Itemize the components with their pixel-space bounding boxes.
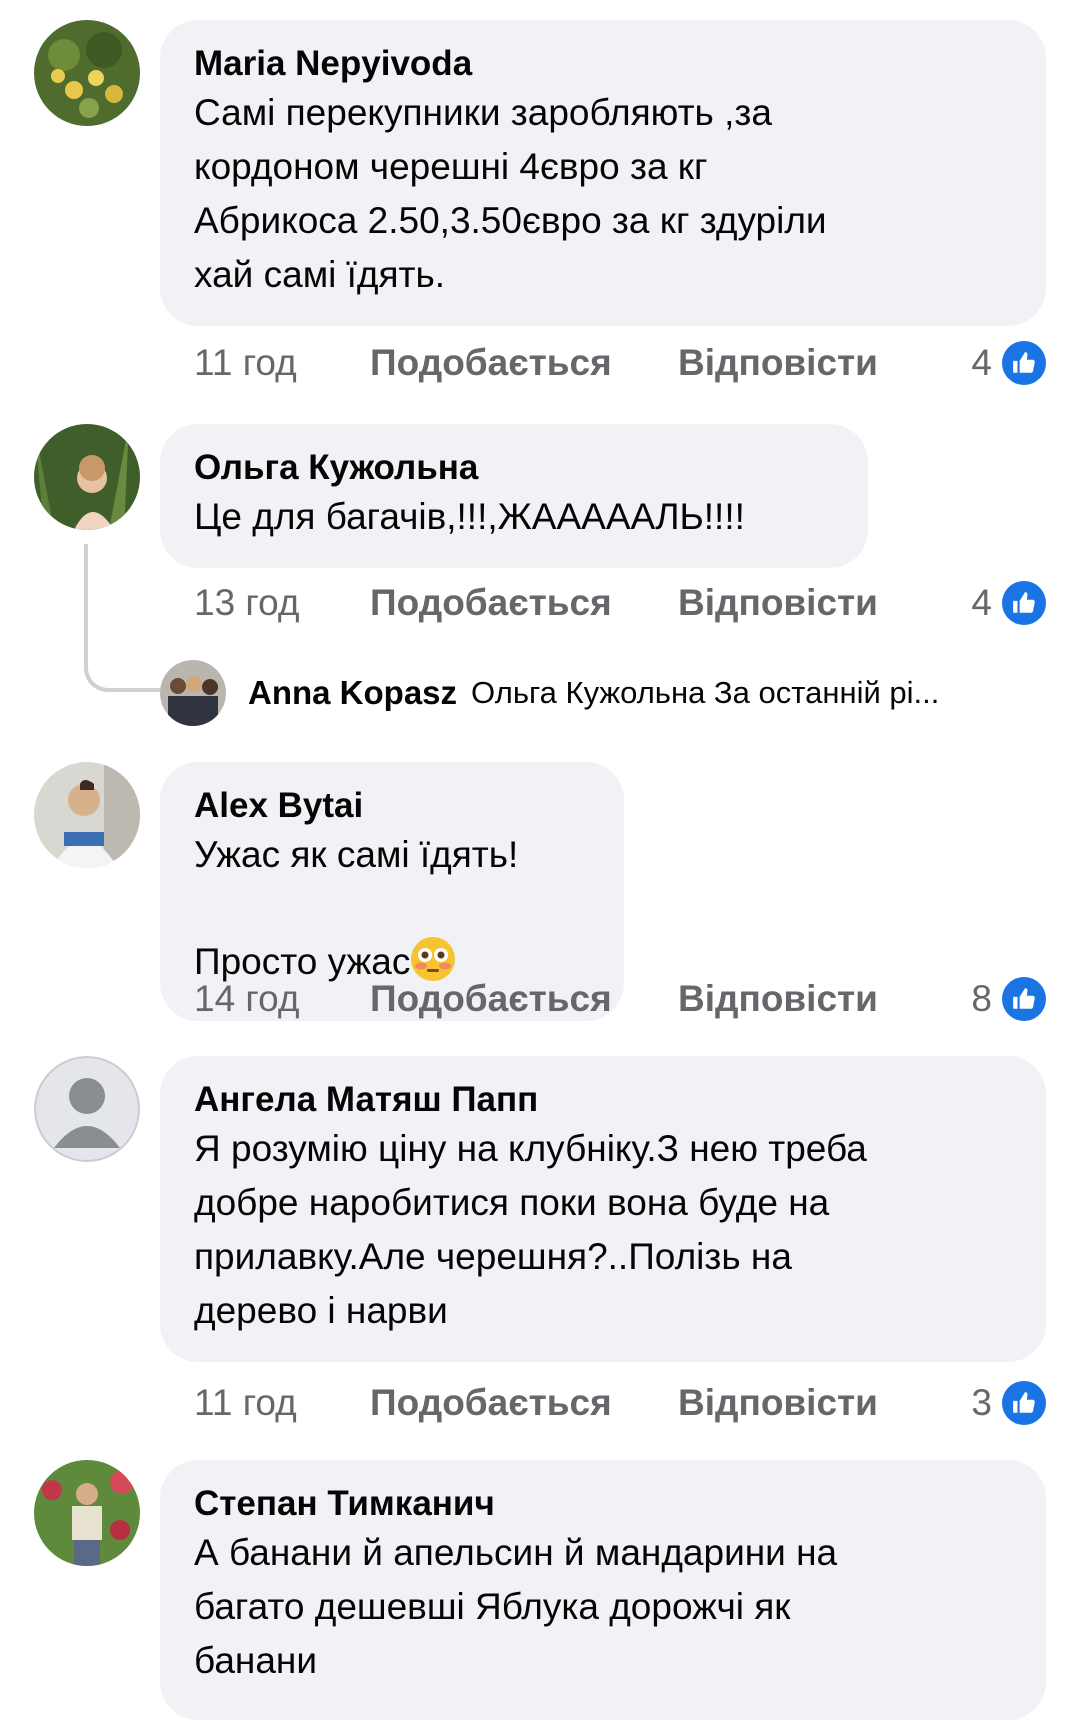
like-icon[interactable] (1002, 341, 1046, 385)
comment-author[interactable]: Alex Bytai (194, 784, 590, 828)
comment-author[interactable]: Ангела Матяш Папп (194, 1078, 1012, 1122)
comment-time[interactable]: 13 год (194, 582, 370, 624)
like-icon[interactable] (1002, 581, 1046, 625)
comment-time[interactable]: 14 год (194, 978, 370, 1020)
comment-bubble: Maria Nepyivoda Самі перекупники заробля… (160, 20, 1046, 326)
comment-author[interactable]: Ольга Кужольна (194, 446, 834, 490)
like-icon[interactable] (1002, 1381, 1046, 1425)
comment-text: А банани й апельсин й мандарини на багат… (194, 1532, 838, 1681)
reply-button[interactable]: Відповісти (678, 342, 878, 384)
comment-text: Я розумію ціну на клубніку.З нею треба д… (194, 1128, 867, 1331)
comment-text: Це для багачів,!!!,ЖААААAЛЬ!!!! (194, 496, 745, 537)
reply-button[interactable]: Відповісти (678, 1382, 878, 1424)
like-button[interactable]: Подобається (370, 978, 678, 1020)
avatar-maria[interactable] (34, 20, 140, 126)
comment-bubble: Степан Тимканич А банани й апельсин й ма… (160, 1460, 1046, 1720)
comment-bubble: Ольга Кужольна Це для багачів,!!!,ЖААААA… (160, 424, 868, 568)
reaction-count[interactable]: 8 (971, 978, 992, 1020)
reaction-count[interactable]: 4 (971, 582, 992, 624)
comment-text: Самі перекупники заробляють ,за кордоном… (194, 92, 827, 295)
avatar-anna[interactable] (160, 660, 226, 726)
reply-button[interactable]: Відповісти (678, 582, 878, 624)
avatar-stepan[interactable] (34, 1460, 140, 1566)
comment-time[interactable]: 11 год (194, 1382, 370, 1424)
reply-thread-line (84, 544, 160, 692)
avatar-olga[interactable] (34, 424, 140, 530)
comment-actions: 13 год Подобається Відповісти 4 (194, 578, 1046, 628)
comment-time[interactable]: 11 год (194, 342, 370, 384)
comment-actions: 11 год Подобається Відповісти 3 (194, 1378, 1046, 1428)
reply-preview[interactable]: Anna Kopasz Ольга Кужольна За останній р… (160, 660, 939, 726)
like-button[interactable]: Подобається (370, 1382, 678, 1424)
like-button[interactable]: Подобається (370, 582, 678, 624)
reply-button[interactable]: Відповісти (678, 978, 878, 1020)
avatar-alex[interactable] (34, 762, 140, 868)
like-button[interactable]: Подобається (370, 342, 678, 384)
comment-text: Ужас як самі їдять! Просто ужас (194, 828, 590, 997)
reaction-count[interactable]: 4 (971, 342, 992, 384)
comment-actions: 14 год Подобається Відповісти 8 (194, 974, 1046, 1024)
comment-author[interactable]: Maria Nepyivoda (194, 42, 1012, 86)
reply-text[interactable]: Ольга Кужольна За останній рі... (471, 675, 939, 711)
like-icon[interactable] (1002, 977, 1046, 1021)
reply-author[interactable]: Anna Kopasz (248, 674, 457, 712)
comment-actions: 11 год Подобається Відповісти 4 (194, 338, 1046, 388)
comment-author[interactable]: Степан Тимканич (194, 1482, 1012, 1526)
comment-bubble: Ангела Матяш Папп Я розумію ціну на клуб… (160, 1056, 1046, 1362)
comment-text-body: Ужас як самі їдять! Просто ужас (194, 834, 519, 982)
reaction-count[interactable]: 3 (971, 1382, 992, 1424)
default-avatar-icon[interactable] (34, 1056, 140, 1162)
